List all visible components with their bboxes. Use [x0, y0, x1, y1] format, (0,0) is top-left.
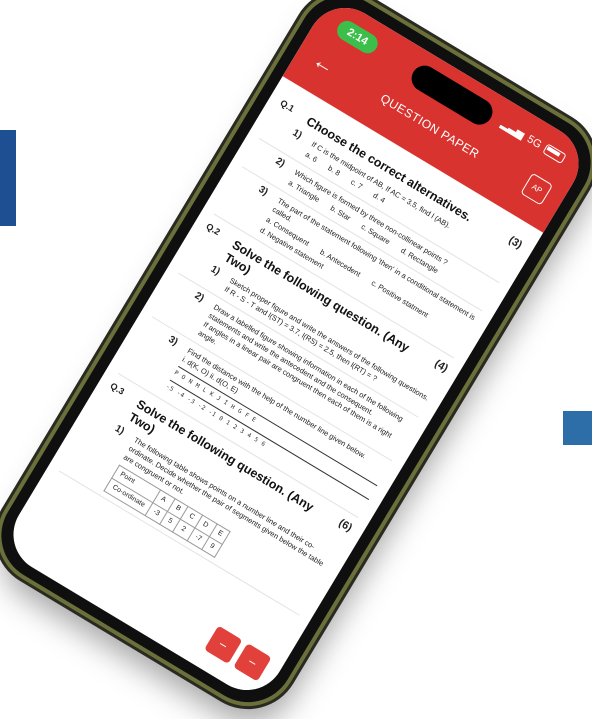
item-number: 2)	[273, 155, 287, 170]
question-marks: (3)	[506, 234, 525, 252]
network-label: 5G	[525, 132, 544, 151]
floating-buttons: − −	[204, 625, 272, 682]
item-number: 1)	[290, 127, 304, 142]
minus-icon[interactable]: −	[204, 625, 243, 664]
question-marks: (4)	[432, 357, 450, 375]
status-time: 2:14	[333, 17, 382, 57]
minus-icon[interactable]: −	[233, 643, 272, 682]
status-indicators: ▂▃▅ 5G	[499, 117, 567, 165]
phone-frame: 2:14 ▂▃▅ 5G ← QUESTION PAPER AP Q.1 Choo…	[0, 0, 592, 719]
question-number: Q.2	[204, 221, 222, 238]
question-marks: (6)	[336, 517, 355, 535]
phone-screen: 2:14 ▂▃▅ 5G ← QUESTION PAPER AP Q.1 Choo…	[0, 0, 592, 705]
left-blue-block	[0, 130, 16, 226]
battery-icon	[542, 143, 567, 165]
signal-icon: ▂▃▅	[498, 117, 527, 141]
right-blue-block	[563, 411, 592, 445]
question-number: Q.3	[108, 380, 127, 397]
item-number: 1)	[208, 263, 222, 278]
